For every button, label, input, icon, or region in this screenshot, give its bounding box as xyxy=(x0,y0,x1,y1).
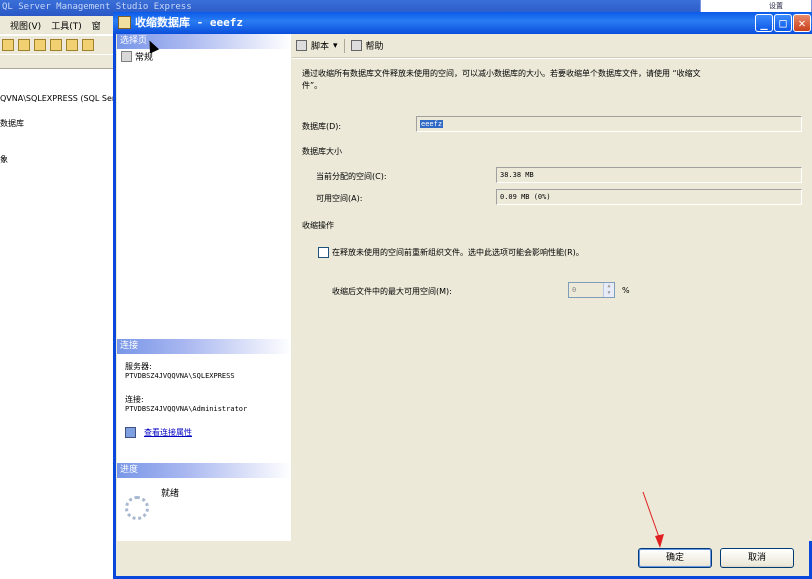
tree-objects-node[interactable]: 象 xyxy=(0,154,8,165)
page-item-general[interactable]: 常规 xyxy=(121,50,153,63)
general-page: 通过收缩所有数据库文件释放未使用的空间，可以减小数据库的大小。若要收缩单个数据库… xyxy=(292,59,812,541)
background-toolbar xyxy=(0,36,118,54)
connection-header: 连接 xyxy=(117,339,291,354)
maximize-button[interactable]: □ xyxy=(774,14,792,32)
new-icon[interactable] xyxy=(2,39,14,51)
description-line1: 通过收缩所有数据库文件释放未使用的空间，可以减小数据库的大小。若要收缩单个数据库… xyxy=(302,69,701,78)
reorganize-checkbox[interactable] xyxy=(318,247,329,258)
connection-value: PTVDBSZ4JVQQVNA\Administrator xyxy=(125,405,248,413)
open-file-icon[interactable] xyxy=(50,39,62,51)
database-size-header: 数据库大小 xyxy=(302,147,342,156)
allocated-space-label: 当前分配的空间(C): xyxy=(316,172,387,181)
description-line2: 件”。 xyxy=(302,81,323,90)
select-page-header: 选择页 xyxy=(117,34,291,49)
menu-window[interactable]: 窗 xyxy=(92,19,101,32)
database-field: eeefz xyxy=(416,116,802,132)
progress-header: 进度 xyxy=(117,463,291,478)
close-button[interactable]: ✕ xyxy=(793,14,811,32)
object-explorer-tree: QVNA\SQLEXPRESS (SQL Serv 数据库 象 xyxy=(0,74,120,579)
available-space-field: 0.09 MB (0%) xyxy=(496,189,802,205)
background-menubar: 视图(V) 工具(T) 窗 xyxy=(0,16,118,34)
open-icon[interactable] xyxy=(34,39,46,51)
view-connection-properties-link[interactable]: 查看连接属性 xyxy=(144,427,192,438)
menu-view[interactable]: 视图(V) xyxy=(10,19,41,32)
right-pane: 脚本 ▾ 帮助 通过收缩所有数据库文件释放未使用的空间，可以减小数据库的大小。若… xyxy=(292,34,812,541)
help-icon xyxy=(350,40,362,51)
script-button[interactable]: 脚本 xyxy=(311,39,329,52)
max-free-space-label: 收缩后文件中的最大可用空间(M): xyxy=(332,287,452,296)
chevron-down-icon[interactable]: ▾ xyxy=(333,41,338,51)
minimize-button[interactable]: _ xyxy=(755,14,773,32)
help-button[interactable]: 帮助 xyxy=(366,39,384,52)
left-pane: 选择页 常规 连接 服务器: PTVDBSZ4JVQQVNA\SQLEXPRES… xyxy=(117,34,291,541)
cancel-button[interactable]: 取消 xyxy=(720,548,794,568)
max-free-space-unit: % xyxy=(622,286,630,295)
ok-button[interactable]: 确定 xyxy=(638,548,712,568)
menu-tools[interactable]: 工具(T) xyxy=(51,19,82,32)
right-toolbar: 脚本 ▾ 帮助 xyxy=(292,34,812,58)
server-value: PTVDBSZ4JVQQVNA\SQLEXPRESS xyxy=(125,372,235,380)
object-explorer-toolbar xyxy=(0,55,118,69)
page-icon xyxy=(121,51,132,62)
shrink-action-header: 收缩操作 xyxy=(302,221,334,230)
properties-icon xyxy=(125,427,136,438)
progress-spinner-icon xyxy=(125,496,149,520)
save-all-icon[interactable] xyxy=(82,39,94,51)
dialog-title-bar: 收缩数据库 - eeefz _ □ ✕ xyxy=(113,12,812,34)
allocated-space-field: 38.38 MB xyxy=(496,167,802,183)
max-free-space-value: 0 xyxy=(572,286,577,294)
database-label: 数据库(D): xyxy=(302,122,342,131)
tree-databases-node[interactable]: 数据库 xyxy=(0,118,24,129)
new-query-icon[interactable] xyxy=(18,39,30,51)
tree-server-node[interactable]: QVNA\SQLEXPRESS (SQL Serv xyxy=(0,94,120,103)
shrink-database-dialog: 收缩数据库 - eeefz _ □ ✕ 选择页 常规 连接 服务器: PTVDB… xyxy=(113,12,812,579)
reorganize-checkbox-label[interactable]: 在释放未使用的空间前重新组织文件。选中此选项可能会影响性能(R)。 xyxy=(332,247,584,258)
spinner-arrows-icon[interactable]: ▲ ▼ xyxy=(603,283,614,297)
script-icon xyxy=(296,40,307,51)
dialog-app-icon xyxy=(118,16,131,29)
server-label: 服务器: xyxy=(125,362,152,371)
dialog-title: 收缩数据库 - eeefz xyxy=(135,16,243,29)
progress-status: 就绪 xyxy=(161,489,180,499)
toolbar-separator xyxy=(343,38,345,53)
max-free-space-spinner[interactable]: 0 ▲ ▼ xyxy=(568,282,615,298)
save-icon[interactable] xyxy=(66,39,78,51)
view-properties-row: 查看连接属性 xyxy=(125,427,192,438)
available-space-label: 可用空间(A): xyxy=(316,194,363,203)
connection-label: 连接: xyxy=(125,395,144,404)
